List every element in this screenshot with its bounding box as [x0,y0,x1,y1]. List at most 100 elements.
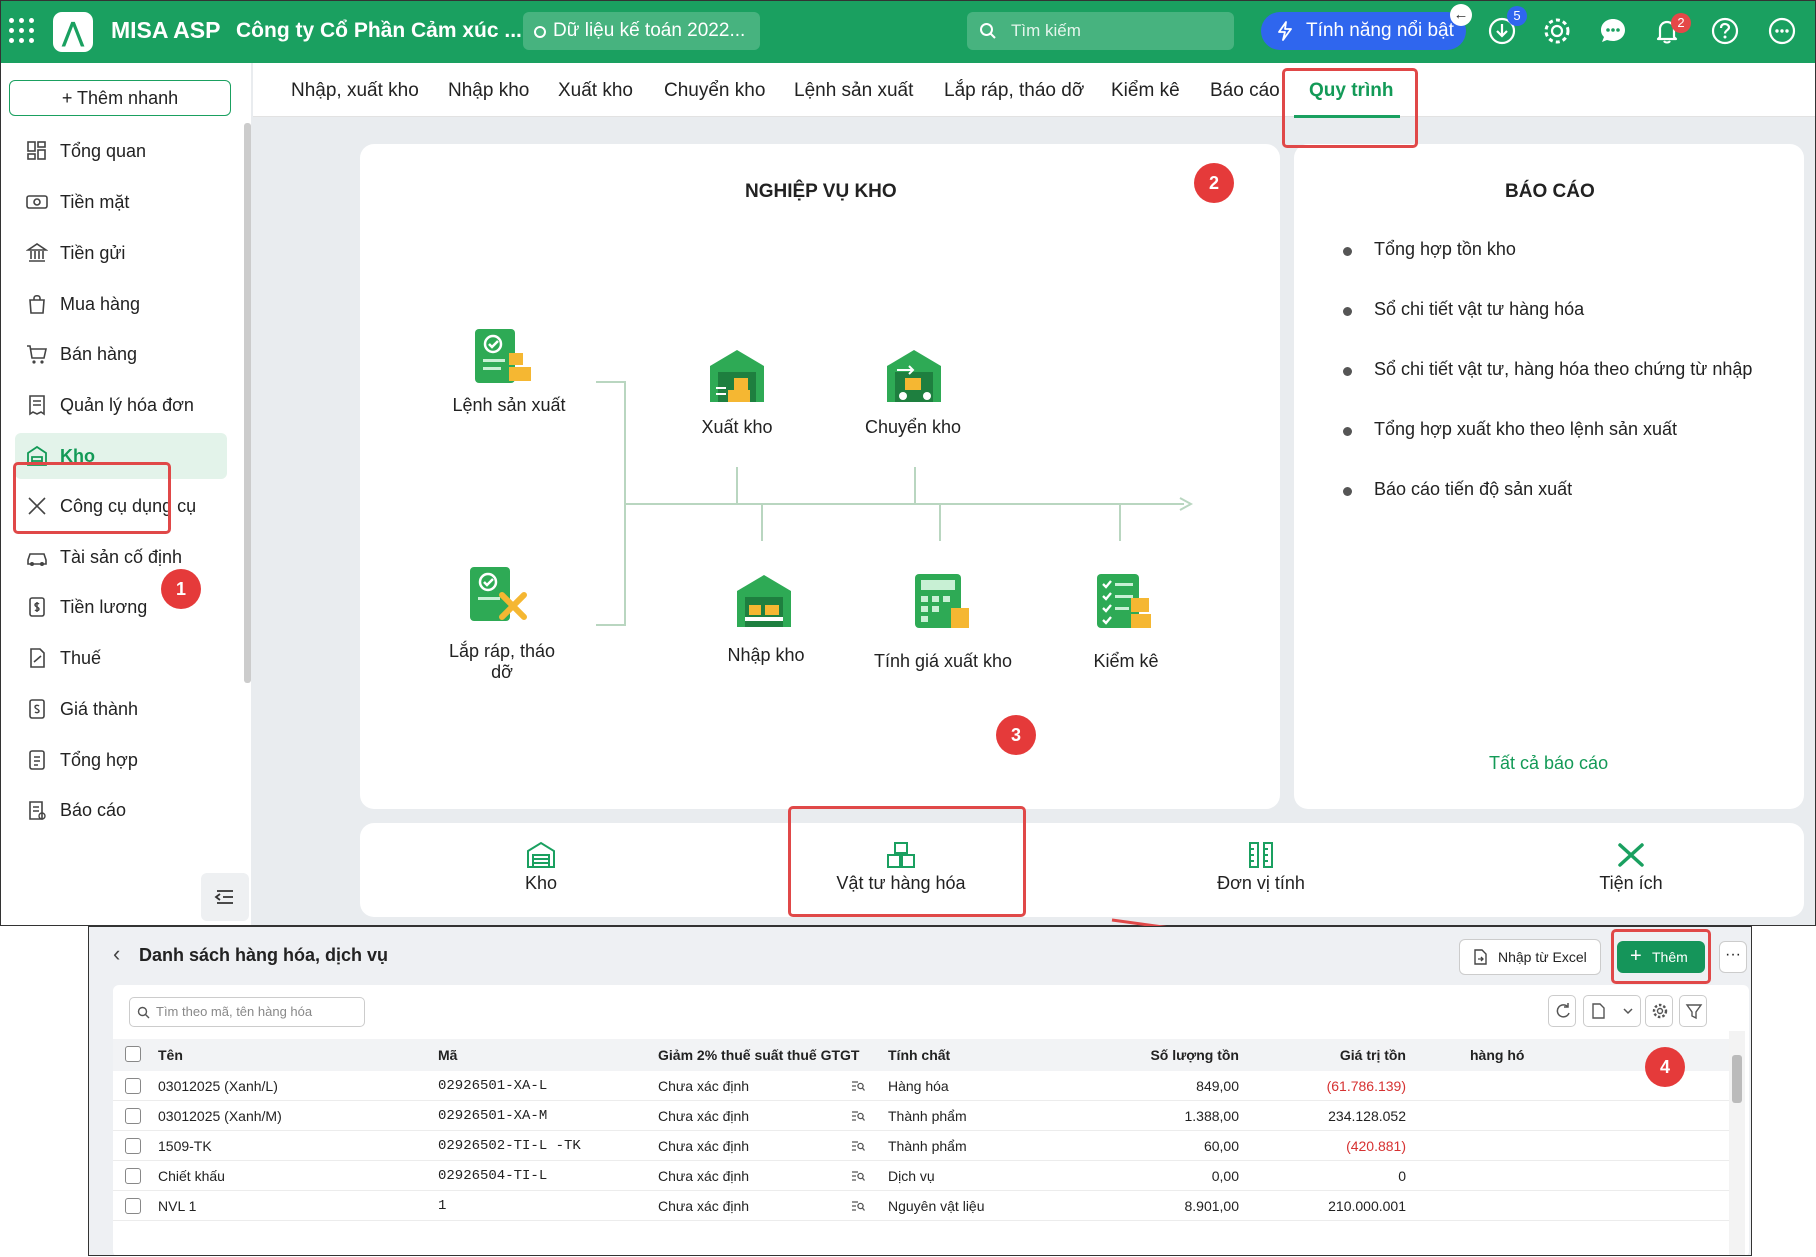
assembly-label[interactable]: Lắp ráp, tháo dỡ [437,641,567,683]
grid-settings-gear-icon[interactable] [1645,995,1673,1027]
inventory-check-node[interactable] [1095,572,1153,635]
row-checkbox[interactable] [125,1108,141,1124]
transfer-node[interactable] [885,348,943,409]
export-dropdown-button[interactable] [1583,995,1641,1027]
sidebar-item[interactable]: Quản lý hóa đơn [15,382,227,428]
grid-search-input[interactable]: Tìm theo mã, tên hàng hóa [129,997,365,1027]
sidebar-scrollbar[interactable] [244,123,251,683]
stock-in-label[interactable]: Nhập kho [706,645,826,666]
lookup-icon[interactable] [851,1140,865,1152]
column-header-code[interactable]: Mã [438,1047,457,1063]
pricing-node[interactable] [913,572,971,635]
stock-out-node[interactable] [708,348,766,409]
report-link[interactable]: Tổng hợp xuất kho theo lệnh sản xuất [1331,419,1677,440]
column-header-name[interactable]: Tên [158,1047,183,1063]
cart-icon [27,345,47,364]
report-link[interactable]: Tổng hợp tồn kho [1331,239,1516,260]
company-name[interactable]: Công ty Cổ Phần Cảm xúc ... [236,19,522,43]
assembly-node[interactable] [468,565,528,630]
all-reports-link[interactable]: Tất cả báo cáo [1489,753,1608,774]
sidebar-item[interactable]: Tiền mặt [15,179,227,225]
row-checkbox[interactable] [125,1168,141,1184]
sidebar-item[interactable]: Mua hàng [15,281,227,327]
settings-gear-icon[interactable] [1542,16,1572,46]
back-chevron-icon[interactable]: ‹ [113,941,120,967]
stock-in-node[interactable] [735,573,793,634]
sidebar-item[interactable]: Thuế [15,635,227,681]
arrow-left-icon[interactable]: ← [1450,4,1472,26]
table-row[interactable]: 03012025 (Xanh/M) 02926501-XA-M Chưa xác đ… [113,1101,1733,1131]
column-header-value[interactable]: Giá trị tồn [1306,1047,1406,1063]
sidebar-item[interactable]: Báo cáo [15,787,227,833]
quick-add-button[interactable]: + Thêm nhanh [9,80,231,116]
category-unit[interactable]: Đơn vị tính [1201,841,1321,894]
category-warehouse[interactable]: Kho [501,841,581,894]
tab[interactable]: Xuất kho [558,80,633,102]
filter-icon[interactable] [1679,995,1707,1027]
sidebar-item-label: Quản lý hóa đơn [60,395,194,415]
chat-icon[interactable] [1598,16,1628,46]
sidebar-item[interactable]: Giá thành [15,686,227,732]
row-checkbox[interactable] [125,1078,141,1094]
apps-grid-icon[interactable] [9,18,35,44]
dataset-selector[interactable]: Dữ liệu kế toán 2022... [523,12,760,50]
report-link[interactable]: Báo cáo tiến độ sản xuất [1331,479,1572,500]
production-order-label[interactable]: Lệnh sản xuất [449,395,569,416]
sidebar-item[interactable]: Tiền gửi [15,230,227,276]
grid-scrollbar[interactable] [1729,1031,1745,1255]
cell-vat: Chưa xác định [658,1198,750,1214]
tab[interactable]: Nhập kho [448,80,529,102]
cell-name: 03012025 (Xanh/M) [158,1108,282,1124]
column-header-quantity[interactable]: Số lượng tồn [1139,1047,1239,1063]
top-bar: ⋀ MISA ASP Công ty Cổ Phần Cảm xúc ... D… [1,1,1815,63]
row-checkbox[interactable] [125,1138,141,1154]
report-link[interactable]: Sổ chi tiết vật tư hàng hóa [1331,299,1584,320]
more-options-icon[interactable] [1767,16,1797,46]
collapse-icon [214,890,233,904]
tab[interactable]: Chuyển kho [664,80,765,102]
table-row[interactable]: Chiết khấu 02926504-TI-L Chưa xác định Dịch… [113,1161,1733,1191]
sidebar-item[interactable]: Tổng hợp [15,737,227,783]
tab[interactable]: Báo cáo [1210,80,1280,102]
lookup-icon[interactable] [851,1200,865,1212]
tab[interactable]: Nhập, xuất kho [291,80,419,102]
column-header-nature[interactable]: Tính chất [888,1047,950,1063]
feature-highlight-button[interactable]: Tính năng nổi bật [1261,12,1466,50]
row-checkbox[interactable] [125,1198,141,1214]
lookup-icon[interactable] [851,1080,865,1092]
import-excel-button[interactable]: Nhập từ Excel [1459,939,1601,975]
more-actions-button[interactable]: ··· [1719,941,1747,973]
bell-icon[interactable]: 2 [1652,13,1691,46]
lookup-icon[interactable] [851,1170,865,1182]
table-row[interactable]: 1509-TK 02926502-TI-L -TK Chưa xác định Thà… [113,1131,1733,1161]
refresh-icon[interactable] [1548,995,1576,1027]
sidebar-item[interactable]: Bán hàng [15,331,227,377]
search-placeholder: Tìm kiếm [1011,21,1081,40]
stock-out-label[interactable]: Xuất kho [677,417,797,438]
tab[interactable]: Lắp ráp, tháo dỡ [944,80,1084,102]
column-header-vat[interactable]: Giảm 2% thuế suất thuế GTGT [658,1047,859,1063]
column-header-more[interactable]: hàng hó [1470,1047,1524,1063]
global-search[interactable]: Tìm kiếm [967,12,1234,50]
tools-icon [1618,843,1644,867]
download-icon[interactable]: 5 [1487,6,1527,46]
pricing-label[interactable]: Tính giá xuất kho [863,651,1023,672]
category-utilities[interactable]: Tiện ích [1581,841,1681,894]
table-row[interactable]: NVL 1 1 Chưa xác định Nguyên vật liệu 8.901,… [113,1191,1733,1221]
transfer-label[interactable]: Chuyển kho [853,417,973,438]
tab[interactable]: Kiểm kê [1111,80,1180,102]
help-icon[interactable] [1710,16,1740,46]
cell-name: Chiết khấu [158,1168,225,1184]
lookup-icon[interactable] [851,1110,865,1122]
production-order-node[interactable] [473,327,533,392]
collapse-sidebar-button[interactable] [201,873,249,921]
table-row[interactable]: 03012025 (Xanh/L) 02926501-XA-L Chưa xác đ… [113,1071,1733,1101]
search-icon [980,23,996,39]
sidebar-item[interactable]: Tài sản cố định [15,534,227,580]
sidebar-item[interactable]: Tổng quan [15,128,227,174]
inventory-check-label[interactable]: Kiểm kê [1066,651,1186,672]
tab[interactable]: Lệnh sản xuất [794,80,913,102]
report-link[interactable]: Sổ chi tiết vật tư, hàng hóa theo chứng … [1331,359,1752,380]
cell-value: (420.881) [1346,1138,1406,1154]
select-all-checkbox[interactable] [125,1046,141,1062]
